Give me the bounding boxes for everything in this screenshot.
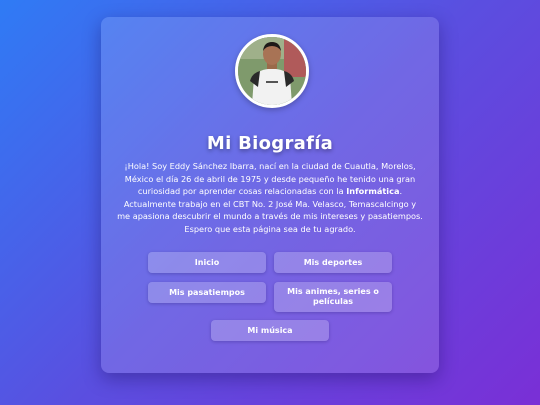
profile-photo	[238, 37, 306, 105]
avatar	[235, 34, 309, 108]
pasatiempos-button[interactable]: Mis pasatiempos	[148, 282, 266, 303]
biography-text: ¡Hola! Soy Eddy Sánchez Ibarra, nací en …	[117, 160, 423, 236]
bio-highlight: Informática	[346, 186, 400, 197]
animes-button[interactable]: Mis animes, series o películas	[274, 282, 392, 312]
musica-button[interactable]: Mi música	[211, 320, 329, 341]
biography-card: Mi Biografía ¡Hola! Soy Eddy Sánchez Iba…	[101, 17, 439, 373]
deportes-button[interactable]: Mis deportes	[274, 252, 392, 273]
inicio-button[interactable]: Inicio	[148, 252, 266, 273]
page-title: Mi Biografía	[206, 133, 334, 154]
